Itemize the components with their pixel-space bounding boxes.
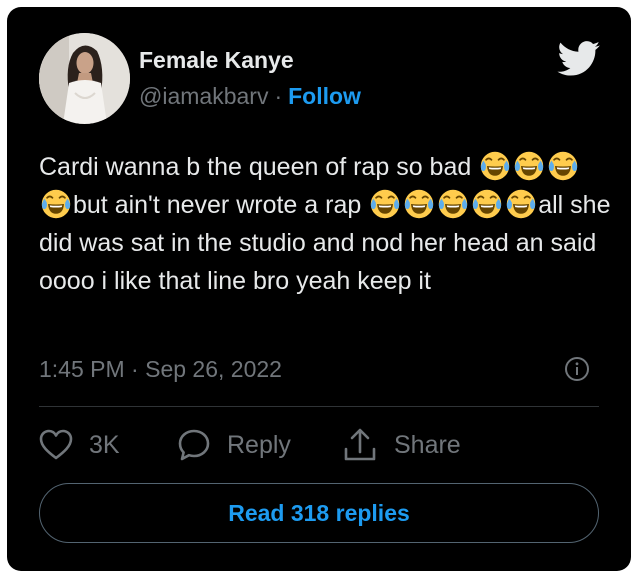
- author-handle-row: @iamakbarv · Follow: [139, 82, 361, 110]
- tweet-timestamp[interactable]: 1:45 PM · Sep 26, 2022: [39, 354, 282, 384]
- follow-button[interactable]: Follow: [288, 83, 361, 109]
- face-with-tears-of-joy-icon: [548, 151, 578, 181]
- reply-button[interactable]: Reply: [177, 428, 291, 462]
- like-button[interactable]: 3K: [39, 428, 120, 462]
- face-with-tears-of-joy-icon: [41, 189, 71, 219]
- author-handle[interactable]: @iamakbarv: [139, 83, 268, 109]
- tweet-time: 1:45 PM: [39, 356, 125, 382]
- share-label: Share: [394, 430, 461, 459]
- read-replies-button[interactable]: Read 318 replies: [39, 483, 599, 543]
- face-with-tears-of-joy-icon: [404, 189, 434, 219]
- info-icon[interactable]: [564, 356, 590, 382]
- tweet-text-segment: but ain't never wrote a rap: [73, 191, 369, 219]
- heart-icon: [39, 429, 73, 460]
- tweet-text: Cardi wanna b the queen of rap so bad bu…: [39, 148, 611, 300]
- face-with-tears-of-joy-icon: [472, 189, 502, 219]
- tweet-card: Female Kanye @iamakbarv · Follow Cardi wan…: [7, 7, 631, 571]
- tweet-date: Sep 26, 2022: [145, 356, 282, 382]
- divider: [39, 406, 599, 407]
- share-upload-icon: [344, 428, 376, 461]
- face-with-tears-of-joy-icon: [506, 189, 536, 219]
- face-with-tears-of-joy-icon: [438, 189, 468, 219]
- avatar-image: [39, 33, 130, 124]
- separator-dot: ·: [274, 83, 283, 109]
- avatar[interactable]: [39, 33, 130, 124]
- reply-label: Reply: [227, 430, 291, 459]
- like-count: 3K: [89, 430, 120, 459]
- face-with-tears-of-joy-icon: [514, 151, 544, 181]
- face-with-tears-of-joy-icon: [480, 151, 510, 181]
- separator-dot: ·: [131, 356, 139, 382]
- author-name[interactable]: Female Kanye: [139, 46, 294, 74]
- share-button[interactable]: Share: [342, 428, 461, 462]
- twitter-bird-icon[interactable]: [557, 41, 601, 77]
- speech-bubble-icon: [178, 429, 210, 461]
- tweet-text-segment: Cardi wanna b the queen of rap so bad: [39, 153, 479, 181]
- face-with-tears-of-joy-icon: [370, 189, 400, 219]
